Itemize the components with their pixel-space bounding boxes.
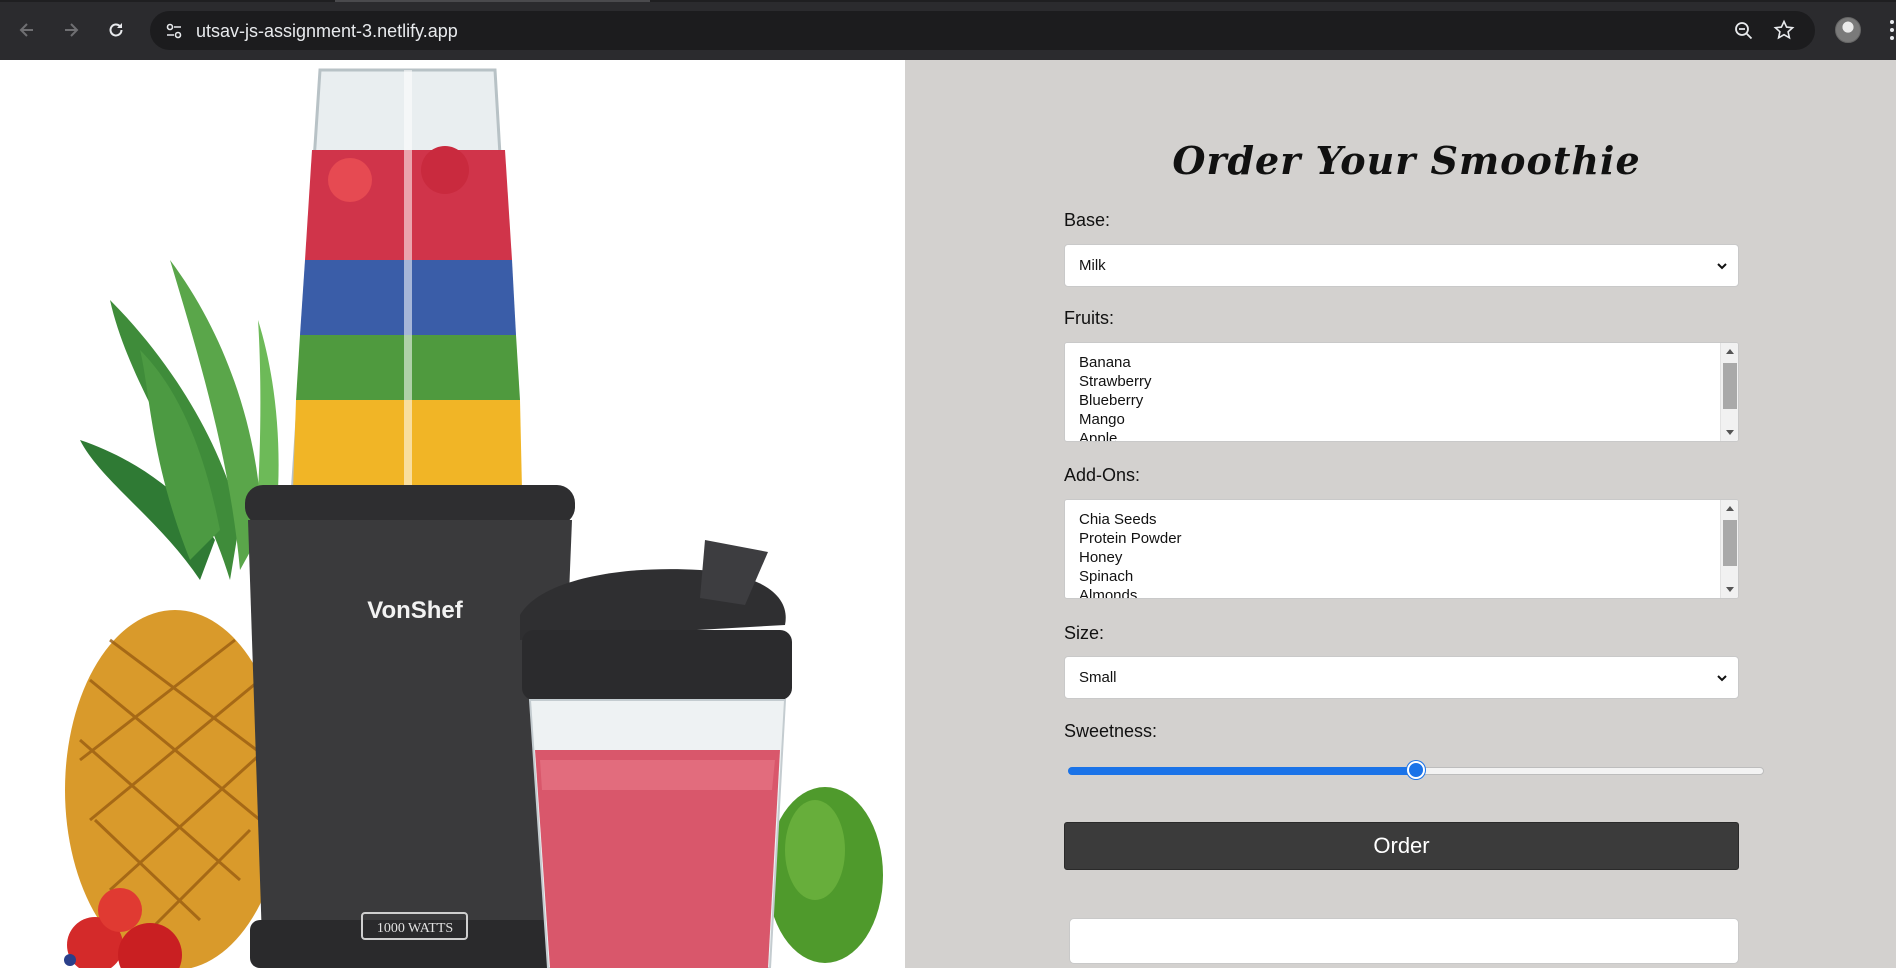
profile-avatar[interactable] [1835, 17, 1861, 43]
fruits-multiselect[interactable]: Banana Strawberry Blueberry Mango Apple [1064, 342, 1739, 442]
url-text[interactable]: utsav-js-assignment-3.netlify.app [196, 21, 458, 42]
sweetness-label: Sweetness: [1064, 721, 1158, 741]
travel-cup [520, 540, 792, 968]
site-settings-icon[interactable] [164, 21, 184, 41]
addon-option[interactable]: Honey [1079, 548, 1182, 567]
fruit-option[interactable]: Mango [1079, 410, 1152, 429]
scrollbar-thumb[interactable] [1723, 363, 1737, 409]
addons-multiselect[interactable]: Chia Seeds Protein Powder Honey Spinach … [1064, 499, 1739, 599]
fruits-scrollbar[interactable] [1720, 343, 1738, 441]
pineapple-body [65, 610, 285, 968]
active-tab-indicator [335, 0, 650, 2]
base-select[interactable]: Milk [1064, 244, 1739, 287]
scroll-up-icon[interactable] [1725, 504, 1735, 514]
browser-toolbar: utsav-js-assignment-3.netlify.app [0, 0, 1896, 60]
order-result-box [1069, 918, 1739, 964]
bookmark-star-icon[interactable] [1773, 19, 1795, 41]
back-button[interactable] [11, 14, 43, 46]
size-label: Size: [1064, 623, 1105, 643]
order-button[interactable]: Order [1064, 822, 1739, 870]
zoom-icon[interactable] [1733, 20, 1755, 42]
arrow-left-icon [19, 23, 33, 37]
addon-option[interactable]: Almonds [1079, 586, 1182, 598]
fruit-option[interactable]: Strawberry [1079, 372, 1152, 391]
addon-option[interactable]: Spinach [1079, 567, 1182, 586]
chevron-down-icon [1717, 263, 1727, 270]
fruits-label: Fruits: [1064, 308, 1115, 328]
browser-menu-icon[interactable] [1886, 20, 1896, 42]
smoothie-blender-image: VonShef 1000 WATTS [0, 60, 905, 968]
arrow-right-icon [65, 23, 79, 37]
fruit-option[interactable]: Blueberry [1079, 391, 1152, 410]
scroll-down-icon[interactable] [1725, 427, 1735, 437]
tab-strip-edge [0, 0, 1896, 2]
size-select-value: Small [1079, 669, 1117, 686]
base-label: Base: [1064, 210, 1111, 230]
addons-scrollbar[interactable] [1720, 500, 1738, 598]
sweetness-slider[interactable] [1068, 761, 1764, 781]
slider-thumb[interactable] [1407, 761, 1425, 779]
page-title: Order Your Smoothie [1172, 138, 1641, 183]
slider-fill [1068, 767, 1416, 775]
fruits-options: Banana Strawberry Blueberry Mango Apple [1079, 353, 1152, 441]
fruit-option[interactable]: Apple [1079, 429, 1152, 441]
scroll-up-icon[interactable] [1725, 347, 1735, 357]
addon-option[interactable]: Chia Seeds [1079, 510, 1182, 529]
wattage-label: 1000 WATTS [377, 921, 453, 936]
scrollbar-thumb[interactable] [1723, 520, 1737, 566]
addons-label: Add-Ons: [1064, 465, 1141, 485]
blender-illustration: VonShef 1000 WATTS [64, 68, 883, 968]
forward-button[interactable] [55, 14, 87, 46]
base-select-value: Milk [1079, 257, 1106, 274]
addon-option[interactable]: Protein Powder [1079, 529, 1182, 548]
chevron-down-icon [1717, 675, 1727, 682]
blender-base: VonShef 1000 WATTS [245, 485, 575, 968]
size-select[interactable]: Small [1064, 656, 1739, 699]
blender-jar [290, 68, 522, 497]
reload-icon [109, 23, 123, 37]
order-panel: Order Your Smoothie Base: Milk Fruits: B… [905, 60, 1896, 968]
reload-button[interactable] [100, 14, 132, 46]
scroll-down-icon[interactable] [1725, 584, 1735, 594]
address-bar[interactable]: utsav-js-assignment-3.netlify.app [150, 11, 1815, 50]
brand-logo-text: VonShef [367, 597, 464, 624]
addons-options: Chia Seeds Protein Powder Honey Spinach … [1079, 510, 1182, 598]
fruit-option[interactable]: Banana [1079, 353, 1152, 372]
